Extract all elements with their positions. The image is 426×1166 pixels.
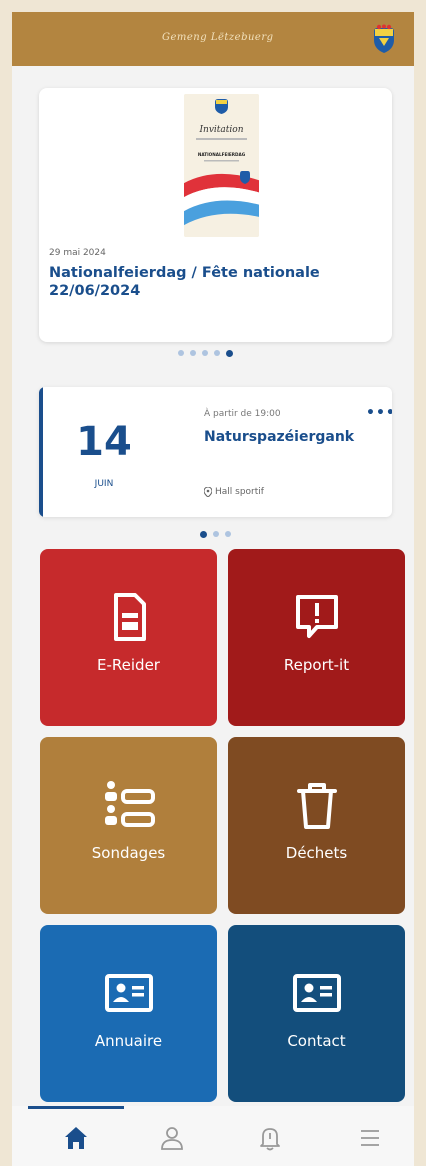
app-header: Gemeng Lëtzebuerg	[12, 12, 414, 66]
news-poster-image: Invitation NATIONALFEIERDAG	[184, 94, 259, 237]
news-date: 29 mai 2024	[49, 248, 106, 258]
tile-annuaire[interactable]: Annuaire	[40, 925, 217, 1102]
event-month: JUIN	[94, 479, 114, 489]
trash-icon	[296, 783, 337, 829]
survey-list-icon	[104, 781, 155, 827]
tile-e-reider[interactable]: E-Reider	[40, 549, 217, 726]
poster-banner-text: NATIONALFEIERDAG	[198, 152, 246, 157]
news-card[interactable]: Invitation NATIONALFEIERDAG 29 mai 2024 …	[39, 88, 392, 342]
alert-message-icon	[295, 595, 338, 638]
tile-label: Annuaire	[94, 1032, 163, 1050]
tile-dechets[interactable]: Déchets	[228, 737, 405, 914]
user-icon[interactable]	[158, 1124, 186, 1152]
tile-sondages[interactable]: Sondages	[40, 737, 217, 914]
carousel-dot-active[interactable]	[200, 530, 207, 538]
menu-icon[interactable]	[356, 1124, 384, 1152]
bell-icon[interactable]	[256, 1124, 284, 1152]
id-card-icon	[292, 974, 341, 1012]
carousel-dot[interactable]	[190, 350, 196, 356]
carousel-dot[interactable]	[213, 531, 219, 537]
news-carousel-dots	[178, 349, 233, 357]
app-screen: Gemeng Lëtzebuerg Invitation NATIONALFEI…	[12, 12, 414, 1166]
location-pin-icon	[204, 487, 212, 497]
tile-label: Déchets	[285, 844, 348, 862]
event-accent-bar	[39, 387, 43, 517]
carousel-dot[interactable]	[178, 350, 184, 356]
event-card[interactable]: 14 JUIN À partir de 19:00 Naturspazéierg…	[39, 387, 392, 517]
id-card-icon	[104, 974, 153, 1012]
tile-label: Sondages	[91, 844, 166, 862]
event-title[interactable]: Naturspazéiergank	[204, 429, 354, 445]
document-icon	[113, 593, 146, 641]
carousel-dot[interactable]	[214, 350, 220, 356]
bottom-navigation	[12, 1106, 414, 1166]
home-icon[interactable]	[62, 1124, 90, 1152]
tile-label: Report-it	[283, 656, 350, 674]
carousel-dot[interactable]	[225, 531, 231, 537]
event-carousel-dots	[200, 530, 231, 538]
tile-report-it[interactable]: Report-it	[228, 549, 405, 726]
event-day: 14	[76, 419, 132, 465]
tile-label: Contact	[287, 1032, 346, 1050]
nav-active-indicator	[28, 1106, 124, 1109]
carousel-dot[interactable]	[202, 350, 208, 356]
carousel-dot-active[interactable]	[226, 349, 233, 357]
more-options-button[interactable]: •••	[366, 405, 392, 421]
event-location: Hall sportif	[204, 487, 264, 497]
event-time: À partir de 19:00	[204, 409, 281, 419]
tile-contact[interactable]: Contact	[228, 925, 405, 1102]
poster-title: Invitation	[198, 125, 243, 135]
coat-of-arms-icon[interactable]	[371, 24, 397, 54]
news-title[interactable]: Nationalfeierdag / Fête nationale 22/06/…	[49, 264, 379, 300]
app-logo-text: Gemeng Lëtzebuerg	[162, 32, 274, 43]
tile-label: E-Reider	[97, 656, 160, 674]
event-location-text: Hall sportif	[215, 487, 264, 497]
